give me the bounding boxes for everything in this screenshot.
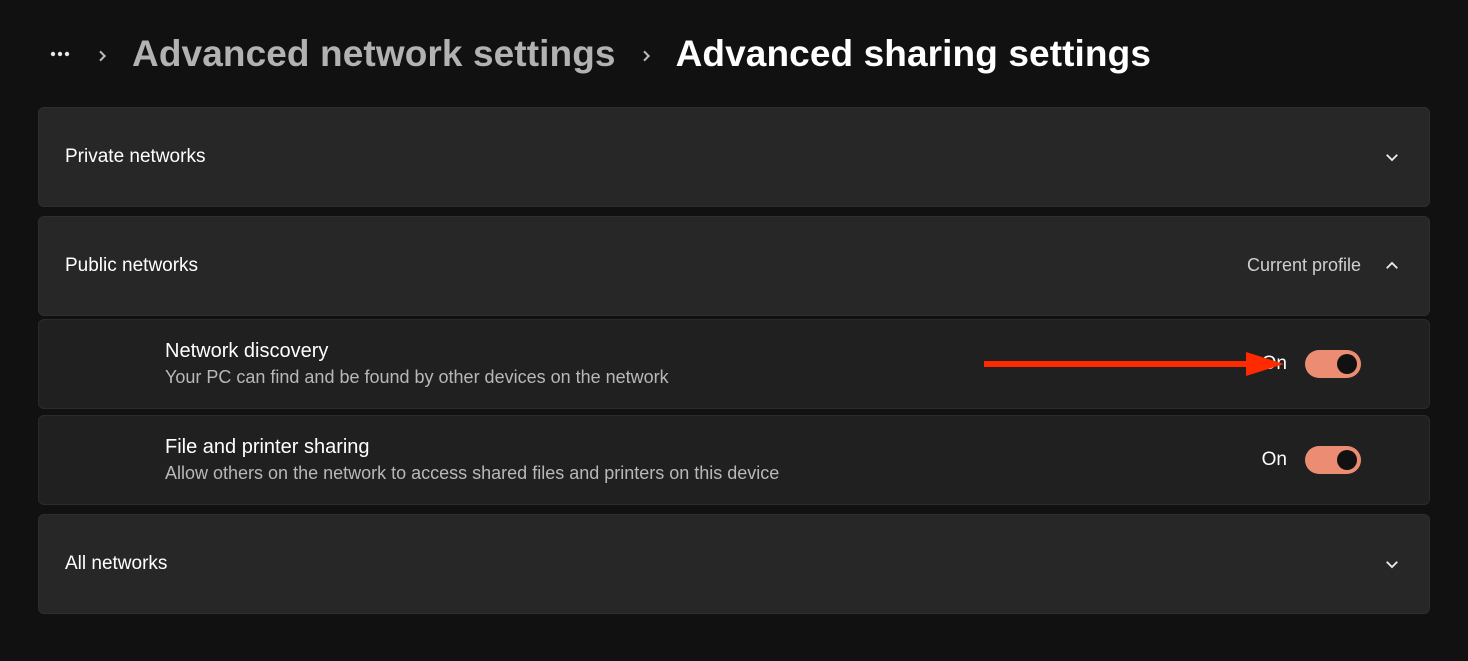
section-public-networks-group: Public networks Current profile Network … <box>38 216 1430 505</box>
section-private-networks[interactable]: Private networks <box>38 107 1430 207</box>
setting-title: Network discovery <box>165 340 669 363</box>
setting-description: Allow others on the network to access sh… <box>165 463 779 484</box>
chevron-up-icon <box>1383 257 1401 275</box>
breadcrumb-parent[interactable]: Advanced network settings <box>132 34 616 75</box>
breadcrumb-more-icon[interactable] <box>48 42 72 66</box>
breadcrumb: Advanced network settings Advanced shari… <box>0 0 1468 105</box>
section-title: Private networks <box>65 146 205 168</box>
chevron-right-icon <box>94 48 110 64</box>
section-title: Public networks <box>65 255 198 277</box>
setting-title: File and printer sharing <box>165 436 779 459</box>
section-title: All networks <box>65 553 167 575</box>
setting-description: Your PC can find and be found by other d… <box>165 367 669 388</box>
toggle-state-label: On <box>1262 449 1287 471</box>
setting-network-discovery: Network discovery Your PC can find and b… <box>38 319 1430 409</box>
chevron-right-icon <box>638 48 654 64</box>
current-profile-badge: Current profile <box>1247 255 1361 276</box>
file-printer-sharing-toggle[interactable] <box>1305 446 1361 474</box>
section-all-networks[interactable]: All networks <box>38 514 1430 614</box>
settings-panels: Private networks Public networks Current… <box>0 105 1468 614</box>
section-public-networks[interactable]: Public networks Current profile <box>38 216 1430 316</box>
network-discovery-toggle[interactable] <box>1305 350 1361 378</box>
setting-file-printer-sharing: File and printer sharing Allow others on… <box>38 415 1430 505</box>
chevron-down-icon <box>1383 148 1401 166</box>
toggle-state-label: On <box>1262 353 1287 375</box>
page-title: Advanced sharing settings <box>676 34 1151 75</box>
annotation-arrow-icon <box>984 350 1284 378</box>
chevron-down-icon <box>1383 555 1401 573</box>
